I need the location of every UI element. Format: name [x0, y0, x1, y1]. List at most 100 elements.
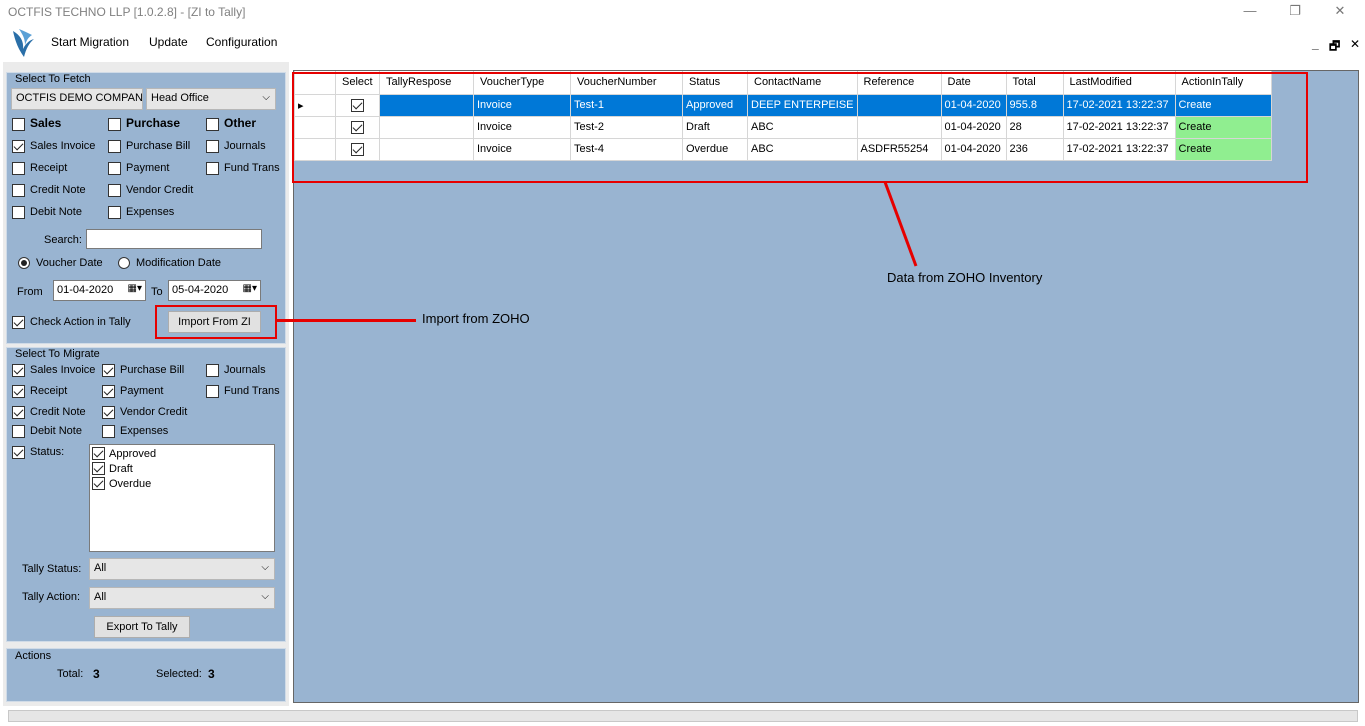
menu-start-migration[interactable]: Start Migration: [51, 35, 129, 49]
branch-select-value: Head Office: [151, 92, 209, 104]
migrate-journals-label: Journals: [224, 364, 266, 376]
chevron-down-icon: ⌵: [261, 591, 269, 602]
modification-date-radio[interactable]: [118, 257, 130, 269]
fetch-purchase-bill-label: Purchase Bill: [126, 140, 191, 152]
migrate-debit-note-checkbox[interactable]: [12, 425, 25, 438]
tally-status-value: All: [94, 562, 107, 574]
migrate-payment-label: Payment: [120, 385, 164, 397]
actions-group-title: Actions: [15, 650, 52, 662]
fetch-journals-label: Journals: [224, 140, 266, 152]
migrate-fund-trans-checkbox[interactable]: [206, 385, 219, 398]
fetch-debit-note-label: Debit Note: [30, 206, 82, 218]
sales-checkbox[interactable]: [12, 118, 25, 131]
fetch-expenses-label: Expenses: [126, 206, 175, 218]
fetch-receipt-label: Receipt: [30, 162, 68, 174]
migrate-group-title: Select To Migrate: [15, 348, 100, 360]
fetch-credit-note-checkbox[interactable]: [12, 184, 25, 197]
migrate-vendor-credit-label: Vendor Credit: [120, 406, 188, 418]
migrate-debit-note-label: Debit Note: [30, 425, 82, 437]
fetch-vendor-credit-checkbox[interactable]: [108, 184, 121, 197]
migrate-journals-checkbox[interactable]: [206, 364, 219, 377]
migrate-fund-trans-label: Fund Trans: [224, 385, 280, 397]
check-action-checkbox[interactable]: [12, 316, 25, 329]
minimize-button[interactable]: —: [1227, 0, 1273, 24]
selected-value: 3: [208, 667, 215, 681]
company-select[interactable]: OCTFIS DEMO COMPANY: [11, 88, 143, 110]
status-list[interactable]: Approved Draft Overdue: [89, 444, 275, 552]
company-select-value: OCTFIS DEMO COMPANY: [16, 92, 143, 104]
fetch-credit-note-label: Credit Note: [30, 184, 86, 196]
migrate-sales-invoice-checkbox[interactable]: [12, 364, 25, 377]
status-filter-label: Status:: [30, 446, 65, 458]
fetch-fund-trans-checkbox[interactable]: [206, 162, 219, 175]
fetch-receipt-checkbox[interactable]: [12, 162, 25, 175]
restore-button[interactable]: ❐: [1272, 0, 1318, 24]
actions-group: Actions Total: 3 Selected: 3: [6, 648, 286, 702]
status-draft-checkbox[interactable]: [92, 462, 105, 475]
search-label: Search:: [44, 234, 82, 246]
fetch-sales-invoice-label: Sales Invoice: [30, 140, 96, 152]
migrate-receipt-label: Receipt: [30, 385, 68, 397]
voucher-date-radio[interactable]: [18, 257, 30, 269]
other-label: Other: [224, 116, 257, 130]
menu-configuration[interactable]: Configuration: [206, 35, 277, 49]
migrate-purchase-bill-label: Purchase Bill: [120, 364, 185, 376]
fetch-journals-checkbox[interactable]: [206, 140, 219, 153]
calendar-icon: ▦▾: [242, 283, 257, 294]
fetch-sales-invoice-checkbox[interactable]: [12, 140, 25, 153]
mdi-restore-button[interactable]: 🗗: [1329, 37, 1340, 58]
mdi-close-button[interactable]: ✕: [1350, 37, 1360, 51]
search-input[interactable]: [86, 229, 262, 249]
tally-action-value: All: [94, 591, 107, 603]
fetch-group-title: Select To Fetch: [15, 73, 91, 85]
modification-date-label: Modification Date: [136, 257, 221, 269]
window-title: OCTFIS TECHNO LLP [1.0.2.8] - [ZI to Tal…: [8, 5, 246, 19]
check-action-label: Check Action in Tally: [30, 316, 131, 328]
close-button[interactable]: ✕: [1317, 0, 1363, 24]
grid-annotation-line: [883, 181, 918, 267]
menu-bar: Start Migration Update Configuration _ 🗗…: [0, 24, 1365, 62]
chevron-down-icon: ⌵: [261, 562, 269, 573]
migrate-payment-checkbox[interactable]: [102, 385, 115, 398]
import-annotation-line: [277, 319, 416, 322]
status-approved-checkbox[interactable]: [92, 447, 105, 460]
tally-status-label: Tally Status:: [22, 563, 82, 575]
migrate-credit-note-checkbox[interactable]: [12, 406, 25, 419]
tally-status-select[interactable]: All ⌵: [89, 558, 275, 580]
fetch-fund-trans-label: Fund Trans: [224, 162, 280, 174]
tally-action-label: Tally Action:: [22, 591, 81, 603]
status-bar: [8, 710, 1358, 722]
from-date-picker[interactable]: 01-04-2020 ▦▾: [53, 280, 146, 301]
sales-label: Sales: [30, 116, 62, 130]
fetch-purchase-bill-checkbox[interactable]: [108, 140, 121, 153]
purchase-checkbox[interactable]: [108, 118, 121, 131]
fetch-debit-note-checkbox[interactable]: [12, 206, 25, 219]
fetch-payment-checkbox[interactable]: [108, 162, 121, 175]
migrate-expenses-label: Expenses: [120, 425, 169, 437]
to-date-picker[interactable]: 05-04-2020 ▦▾: [168, 280, 261, 301]
status-overdue-checkbox[interactable]: [92, 477, 105, 490]
export-to-tally-button[interactable]: Export To Tally: [94, 616, 190, 638]
fetch-expenses-checkbox[interactable]: [108, 206, 121, 219]
tally-action-select[interactable]: All ⌵: [89, 587, 275, 609]
menu-update[interactable]: Update: [149, 35, 188, 49]
status-approved-label: Approved: [109, 448, 157, 460]
purchase-label: Purchase: [126, 116, 181, 130]
branch-select[interactable]: Head Office ⌵: [146, 88, 276, 110]
mdi-minimize-button[interactable]: _: [1312, 37, 1319, 51]
migrate-receipt-checkbox[interactable]: [12, 385, 25, 398]
fetch-payment-label: Payment: [126, 162, 170, 174]
migrate-group: Select To Migrate Sales Invoice Purchase…: [6, 347, 286, 642]
other-checkbox[interactable]: [206, 118, 219, 131]
status-filter-checkbox[interactable]: [12, 446, 25, 459]
migrate-purchase-bill-checkbox[interactable]: [102, 364, 115, 377]
total-value: 3: [93, 667, 100, 681]
from-date-value: 01-04-2020: [57, 284, 114, 296]
data-from-annotation: Data from ZOHO Inventory: [887, 270, 1043, 285]
fetch-vendor-credit-label: Vendor Credit: [126, 184, 194, 196]
to-date-value: 05-04-2020: [172, 284, 229, 296]
import-from-annotation: Import from ZOHO: [422, 311, 530, 326]
migrate-vendor-credit-checkbox[interactable]: [102, 406, 115, 419]
fetch-group: Select To Fetch OCTFIS DEMO COMPANY Head…: [6, 72, 286, 344]
migrate-expenses-checkbox[interactable]: [102, 425, 115, 438]
